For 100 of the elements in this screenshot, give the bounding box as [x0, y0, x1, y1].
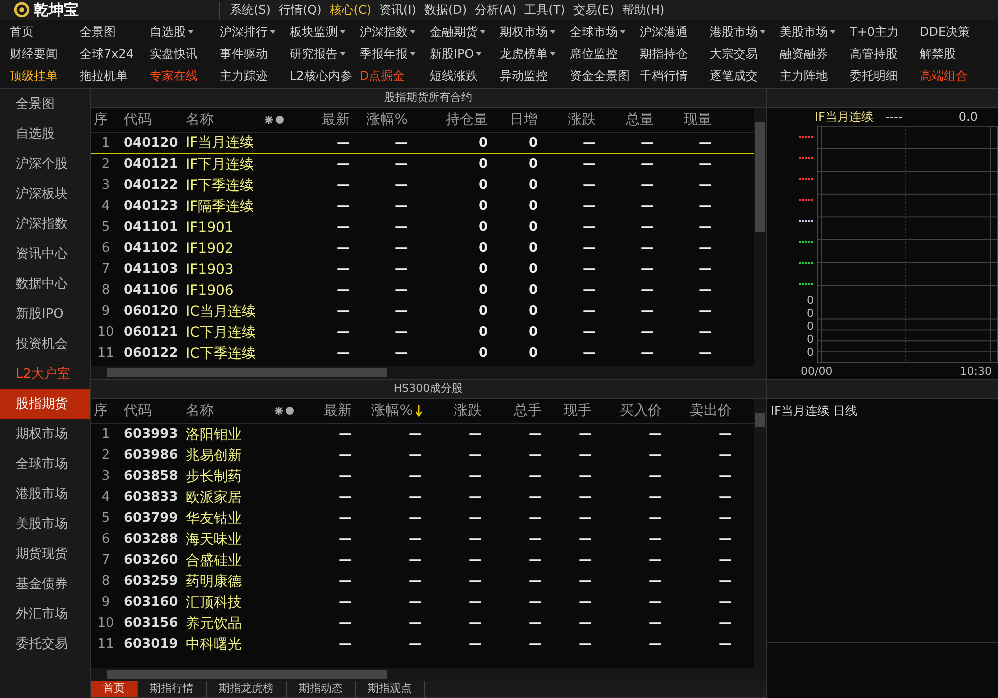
nav-link[interactable]: 千档行情: [640, 68, 688, 84]
tab[interactable]: 期指龙虎榜: [207, 681, 287, 697]
nav-link[interactable]: 席位监控: [570, 46, 618, 62]
nav-link[interactable]: 逐笔成交: [710, 68, 758, 84]
sidebar-item[interactable]: 资讯中心: [0, 239, 90, 269]
nav-link[interactable]: 新股IPO: [430, 46, 474, 62]
nav-link[interactable]: 委托明细: [850, 68, 898, 84]
nav-link[interactable]: 主力阵地: [780, 68, 828, 84]
sidebar-item[interactable]: 委托交易: [0, 629, 90, 659]
sidebar-item[interactable]: 数据中心: [0, 269, 90, 299]
nav-link[interactable]: 顶级挂单: [10, 68, 58, 84]
menu-item[interactable]: 帮助(H): [622, 2, 665, 18]
menu-item[interactable]: 分析(A): [475, 2, 517, 18]
nav-link[interactable]: 主力踪迹: [220, 68, 268, 84]
column-header[interactable]: 名称: [186, 402, 214, 420]
column-header[interactable]: 涨跌: [568, 111, 596, 129]
tab[interactable]: 期指观点: [356, 681, 425, 697]
column-header[interactable]: 买入价: [620, 402, 662, 420]
column-header[interactable]: 最新: [324, 402, 352, 420]
column-header[interactable]: 涨幅%: [372, 402, 413, 420]
caret-icon[interactable]: [340, 52, 346, 56]
sidebar-item[interactable]: 全景图: [0, 89, 90, 119]
nav-link[interactable]: 金融期货: [430, 24, 478, 40]
column-header[interactable]: 序: [94, 111, 108, 129]
column-header[interactable]: 代码: [124, 402, 152, 420]
nav-link[interactable]: 期权市场: [500, 24, 548, 40]
nav-link[interactable]: 异动监控: [500, 68, 548, 84]
nav-link[interactable]: 事件驱动: [220, 46, 268, 62]
sidebar-item[interactable]: 期权市场: [0, 419, 90, 449]
nav-link[interactable]: 融资融券: [780, 46, 828, 62]
caret-icon[interactable]: [410, 52, 416, 56]
nav-link[interactable]: 短线涨跌: [430, 68, 478, 84]
menu-item[interactable]: 核心(C): [330, 2, 372, 18]
nav-link[interactable]: 季报年报: [360, 46, 408, 62]
sidebar-item[interactable]: 基金债券: [0, 569, 90, 599]
nav-link[interactable]: 财经要闻: [10, 46, 58, 62]
column-header[interactable]: 涨跌: [454, 402, 482, 420]
scrollbar[interactable]: [91, 366, 766, 379]
column-header[interactable]: 序: [94, 402, 108, 420]
nav-link[interactable]: 美股市场: [780, 24, 828, 40]
nav-link[interactable]: 全球市场: [570, 24, 618, 40]
menu-item[interactable]: 资讯(I): [380, 2, 416, 18]
sidebar-item[interactable]: 美股市场: [0, 509, 90, 539]
nav-link[interactable]: 沪深港通: [640, 24, 688, 40]
caret-icon[interactable]: [480, 30, 486, 34]
column-header[interactable]: 持仓量: [446, 111, 488, 129]
column-header[interactable]: 最新: [322, 111, 350, 129]
tab[interactable]: 期指行情: [138, 681, 207, 697]
caret-icon[interactable]: [760, 30, 766, 34]
nav-link[interactable]: 实盘快讯: [150, 46, 198, 62]
nav-link[interactable]: 板块监测: [290, 24, 338, 40]
column-header[interactable]: 日增: [510, 111, 538, 129]
column-header[interactable]: 卖出价: [690, 402, 732, 420]
caret-icon[interactable]: [830, 30, 836, 34]
sidebar-item[interactable]: 自选股: [0, 119, 90, 149]
menu-item[interactable]: 交易(E): [573, 2, 614, 18]
column-header[interactable]: 总量: [626, 111, 654, 129]
sidebar-item[interactable]: 股指期货: [0, 389, 90, 419]
nav-link[interactable]: 解禁股: [920, 46, 956, 62]
nav-link[interactable]: 首页: [10, 24, 34, 40]
caret-icon[interactable]: [340, 30, 346, 34]
caret-icon[interactable]: [188, 30, 194, 34]
scrollbar[interactable]: [91, 668, 766, 681]
sidebar-item[interactable]: 沪深指数: [0, 209, 90, 239]
caret-icon[interactable]: [620, 30, 626, 34]
sidebar-item[interactable]: L2大户室: [0, 359, 90, 389]
nav-link[interactable]: 港股市场: [710, 24, 758, 40]
nav-link[interactable]: 沪深指数: [360, 24, 408, 40]
column-header[interactable]: 涨幅%: [366, 111, 408, 129]
nav-link[interactable]: DDE决策: [920, 24, 970, 40]
caret-icon[interactable]: [476, 52, 482, 56]
nav-link[interactable]: 全景图: [80, 24, 116, 40]
caret-icon[interactable]: [270, 30, 276, 34]
nav-link[interactable]: 高端组合: [920, 68, 968, 84]
sidebar-item[interactable]: 新股IPO: [0, 299, 90, 329]
column-header[interactable]: 现手: [564, 402, 592, 420]
nav-link[interactable]: 自选股: [150, 24, 186, 40]
caret-icon[interactable]: [410, 30, 416, 34]
nav-link[interactable]: 研究报告: [290, 46, 338, 62]
caret-icon[interactable]: [550, 30, 556, 34]
nav-link[interactable]: 资金全景图: [570, 68, 630, 84]
tab[interactable]: 首页: [91, 681, 138, 697]
nav-link[interactable]: 期指持仓: [640, 46, 688, 62]
caret-icon[interactable]: [550, 52, 556, 56]
sidebar-item[interactable]: 外汇市场: [0, 599, 90, 629]
nav-link[interactable]: 高管持股: [850, 46, 898, 62]
nav-link[interactable]: 龙虎榜单: [500, 46, 548, 62]
sidebar-item[interactable]: 沪深个股: [0, 149, 90, 179]
nav-link[interactable]: 大宗交易: [710, 46, 758, 62]
menu-item[interactable]: 系统(S): [230, 2, 271, 18]
nav-link[interactable]: T+0主力: [850, 24, 900, 40]
column-header[interactable]: 名称: [186, 111, 214, 129]
menu-item[interactable]: 行情(Q): [278, 2, 322, 18]
nav-link[interactable]: D点掘金: [360, 68, 406, 84]
sidebar-item[interactable]: 港股市场: [0, 479, 90, 509]
menu-item[interactable]: 工具(T): [524, 2, 566, 18]
sidebar-item[interactable]: 投资机会: [0, 329, 90, 359]
nav-link[interactable]: L2核心内参: [290, 68, 352, 84]
sidebar-item[interactable]: 沪深板块: [0, 179, 90, 209]
nav-link[interactable]: 沪深排行: [220, 24, 268, 40]
